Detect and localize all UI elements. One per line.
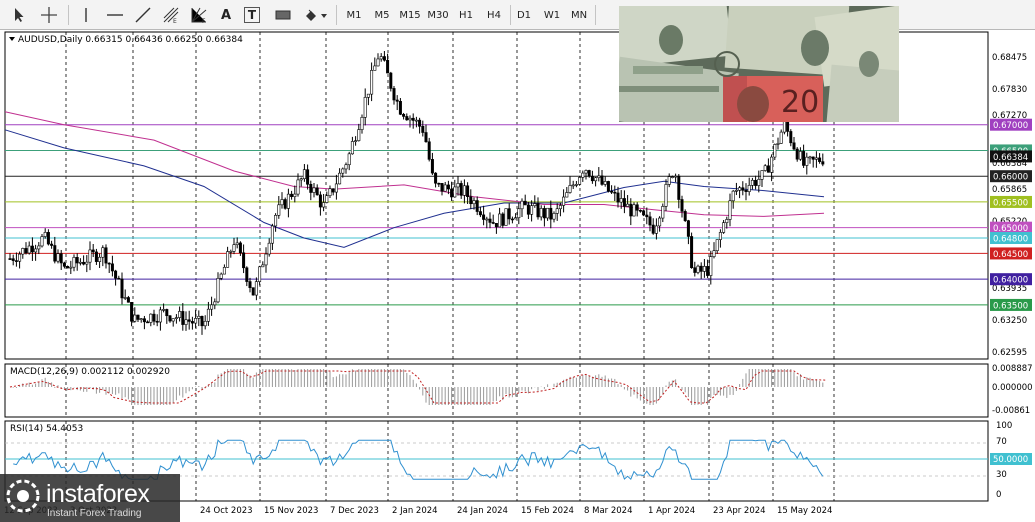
gann-icon[interactable]: F xyxy=(188,4,210,26)
svg-text:0.66384: 0.66384 xyxy=(993,153,1028,163)
svg-text:0.64500: 0.64500 xyxy=(993,250,1028,260)
macd-axis-label: -0.00861 xyxy=(992,406,1030,416)
svg-text:0.66000: 0.66000 xyxy=(993,173,1028,183)
candle xyxy=(696,264,700,275)
rsi-label: RSI(14) 54.4053 xyxy=(10,424,83,434)
shapes-dropdown-icon[interactable] xyxy=(302,4,330,26)
svg-text:20: 20 xyxy=(781,85,819,120)
price-level-label: 0.66000 xyxy=(990,170,1032,183)
candle xyxy=(578,175,582,186)
macd-label: MACD(12,26,9) 0.002112 0.002920 xyxy=(10,367,170,377)
text-tool-button[interactable]: A xyxy=(216,4,236,26)
date-axis-label: 24 Oct 2023 xyxy=(200,506,253,516)
date-axis-label: 15 May 2024 xyxy=(777,506,832,516)
price-level-label: 0.64800 xyxy=(990,231,1032,244)
candle xyxy=(389,71,393,92)
candle xyxy=(606,180,610,193)
svg-text:0.64000: 0.64000 xyxy=(993,276,1028,286)
fibonacci-icon[interactable]: E xyxy=(160,4,182,26)
label-tool-button[interactable]: T xyxy=(244,7,260,23)
watermark-tagline: Instant Forex Trading xyxy=(47,508,142,519)
price-axis-label: 0.67830 xyxy=(992,85,1027,95)
timeframe-mn[interactable]: MN xyxy=(565,4,593,26)
date-axis-label: 24 Jan 2024 xyxy=(457,506,508,516)
macd-axis-label: 0.008887 xyxy=(992,364,1033,374)
rectangle-icon[interactable] xyxy=(272,4,294,26)
svg-text:0.67000: 0.67000 xyxy=(993,121,1028,131)
rsi-axis-label: 50.0000 xyxy=(993,455,1028,465)
timeframe-h4[interactable]: H4 xyxy=(480,4,508,26)
price-level-label: 0.67000 xyxy=(990,118,1032,131)
instaforex-watermark: instaforex Instant Forex Trading xyxy=(0,474,180,522)
timeframe-w1[interactable]: W1 xyxy=(538,4,566,26)
candle xyxy=(690,232,694,269)
date-axis-label: 15 Feb 2024 xyxy=(521,506,574,516)
rsi-axis-label: 70 xyxy=(996,437,1007,447)
date-axis-label: 8 Mar 2024 xyxy=(584,506,632,516)
macd-axis-label: 0.000000 xyxy=(992,383,1033,393)
timeframe-m5[interactable]: M5 xyxy=(368,4,396,26)
trendline-icon[interactable] xyxy=(132,4,154,26)
currency-banknotes-image: 20 xyxy=(619,6,899,122)
timeframe-m1[interactable]: M1 xyxy=(340,4,368,26)
svg-text:0.63500: 0.63500 xyxy=(993,301,1028,311)
timeframe-h1[interactable]: H1 xyxy=(452,4,480,26)
candle xyxy=(683,209,687,223)
date-axis-label: 7 Dec 2023 xyxy=(330,506,379,516)
rsi-axis-label: 100 xyxy=(996,421,1012,431)
crosshair-icon[interactable] xyxy=(38,4,60,26)
svg-text:0.64800: 0.64800 xyxy=(993,234,1028,244)
rsi-axis-label: 30 xyxy=(996,470,1007,480)
svg-text:E: E xyxy=(173,18,177,24)
date-axis-label: 23 Apr 2024 xyxy=(713,506,766,516)
candle xyxy=(251,287,255,296)
price-level-label: 0.64500 xyxy=(990,247,1032,260)
candle xyxy=(283,197,287,210)
timeframe-d1[interactable]: D1 xyxy=(510,4,538,26)
timeframe-m15[interactable]: M15 xyxy=(396,4,424,26)
svg-text:F: F xyxy=(202,18,206,24)
price-level-label: 0.64000 xyxy=(990,273,1032,286)
date-axis-label: 2 Jan 2024 xyxy=(392,506,438,516)
svg-text:0.65500: 0.65500 xyxy=(993,198,1028,208)
last-price-label: 0.66384 xyxy=(990,150,1032,163)
timeframe-m30[interactable]: M30 xyxy=(424,4,452,26)
horizontal-line-icon[interactable] xyxy=(104,4,126,26)
candle xyxy=(642,209,646,217)
trading-terminal: { "toolbar": { "tools": ["cursor-icon","… xyxy=(0,0,1035,522)
rsi-axis-label: 0 xyxy=(996,490,1001,500)
symbol-info: AUDUSD,Daily 0.66315 0.66436 0.66250 0.6… xyxy=(18,35,243,45)
instaforex-logo-icon xyxy=(6,479,40,513)
price-level-label: 0.63500 xyxy=(990,298,1032,311)
price-axis-label: 0.65865 xyxy=(992,185,1027,195)
date-axis-label: 15 Nov 2023 xyxy=(264,506,318,516)
price-axis-label: 0.63250 xyxy=(992,316,1027,326)
watermark-brand: instaforex xyxy=(46,480,150,508)
date-axis-label: 1 Apr 2024 xyxy=(648,506,695,516)
cursor-icon[interactable] xyxy=(8,4,30,26)
price-axis-label: 0.62595 xyxy=(992,348,1027,358)
vertical-line-icon[interactable] xyxy=(76,4,96,26)
price-axis-label: 0.68475 xyxy=(992,53,1027,63)
candle xyxy=(504,208,508,226)
price-level-label: 0.65500 xyxy=(990,195,1032,208)
